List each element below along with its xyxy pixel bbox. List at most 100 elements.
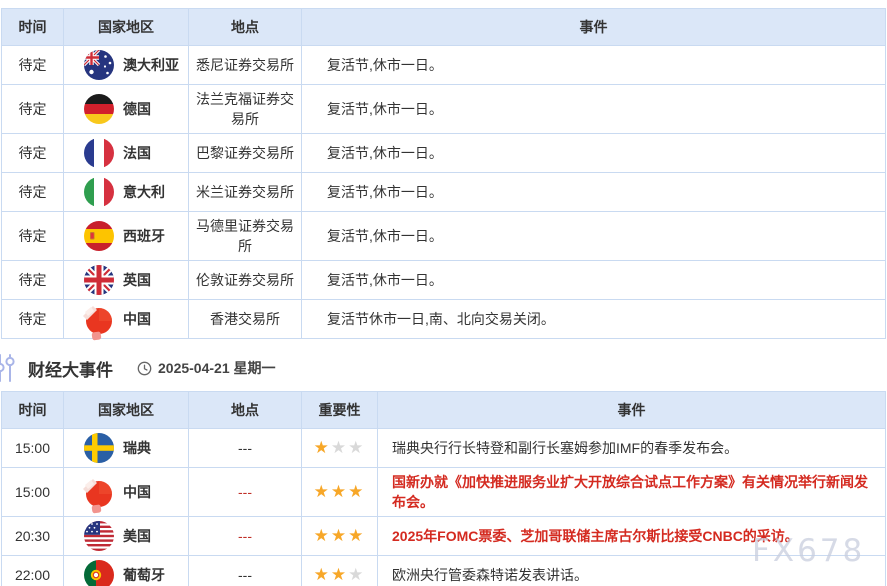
location-cell: 法兰克福证券交易所 xyxy=(189,85,302,134)
time-cell: 15:00 xyxy=(2,468,64,517)
location-cell: --- xyxy=(189,429,302,468)
section-title: 财经大事件 xyxy=(28,356,113,381)
event-link[interactable]: 国新办就《加快推进服务业扩大开放综合试点工作方案》有关情况举行新闻发布会。 xyxy=(392,474,868,510)
col-header-importance: 重要性 xyxy=(302,392,378,429)
col-header-country: 国家地区 xyxy=(64,9,189,46)
holiday-row-6: 待定 中国 xyxy=(2,300,886,339)
importance-stars: ★★★ xyxy=(314,482,366,502)
section-date-text: 2025-04-21 星期一 xyxy=(158,358,276,378)
star-filled-icon: ★ xyxy=(331,565,348,584)
location-cell: 巴黎证券交易所 xyxy=(189,134,302,173)
sweden-flag-icon xyxy=(84,433,114,463)
france-flag-icon xyxy=(84,138,114,168)
importance-cell: ★★★ xyxy=(302,517,378,556)
country-name: 葡萄牙 xyxy=(123,565,165,585)
country-name: 德国 xyxy=(123,99,151,119)
location-cell: 马德里证券交易所 xyxy=(189,212,302,261)
time-cell: 待定 xyxy=(2,261,64,300)
col-header-location: 地点 xyxy=(189,9,302,46)
event-text: 复活节,休市一日。 xyxy=(327,228,443,244)
star-filled-icon: ★ xyxy=(314,565,331,584)
event-cell: 复活节休市一日,南、北向交易关闭。 xyxy=(302,300,886,339)
event-cell: 复活节,休市一日。 xyxy=(302,212,886,261)
country-cell: 葡萄牙 xyxy=(64,556,189,586)
time-cell: 待定 xyxy=(2,173,64,212)
importance-stars: ★★★ xyxy=(314,565,366,585)
location-cell: 悉尼证券交易所 xyxy=(189,46,302,85)
time-cell: 20:30 xyxy=(2,517,64,556)
location-cell: --- xyxy=(189,468,302,517)
event-text: 瑞典央行行长特登和副行长塞姆参加IMF的春季发布会。 xyxy=(392,440,738,456)
country-name: 美国 xyxy=(123,526,151,546)
star-filled-icon: ★ xyxy=(314,438,331,457)
star-empty-icon: ★ xyxy=(348,565,365,584)
holiday-row-5: 待定 xyxy=(2,261,886,300)
event-cell: 复活节,休市一日。 xyxy=(302,261,886,300)
spain-flag-icon xyxy=(84,221,114,251)
usa-flag-icon xyxy=(84,521,114,551)
country-cell: 中国 xyxy=(64,300,189,339)
holiday-row-1: 待定 德 xyxy=(2,85,886,134)
col-header-country: 国家地区 xyxy=(64,392,189,429)
section-date: 2025-04-21 星期一 xyxy=(137,358,276,378)
country-cell: 法国 xyxy=(64,134,189,173)
event-text: 复活节,休市一日。 xyxy=(327,184,443,200)
location-cell: --- xyxy=(189,517,302,556)
country-name: 中国 xyxy=(123,309,151,329)
event-text: 复活节休市一日,南、北向交易关闭。 xyxy=(327,311,555,327)
germany-flag-icon xyxy=(84,94,114,124)
holiday-row-0: 待定 xyxy=(2,46,886,85)
australia-flag-icon xyxy=(84,50,114,80)
section-header: 财经大事件 2025-04-21 星期一 xyxy=(0,350,887,386)
event-cell: 复活节,休市一日。 xyxy=(302,85,886,134)
events-table-header-row: 时间 国家地区 地点 重要性 事件 xyxy=(2,392,886,429)
network-branch-icon xyxy=(0,353,21,383)
star-filled-icon: ★ xyxy=(314,482,331,501)
time-cell: 22:00 xyxy=(2,556,64,586)
events-row-0: 15:00 xyxy=(2,429,886,468)
holiday-row-4: 待定 xyxy=(2,212,886,261)
country-name: 意大利 xyxy=(123,182,165,202)
clock-icon xyxy=(137,361,152,376)
country-cell: 英国 xyxy=(64,261,189,300)
event-text: 复活节,休市一日。 xyxy=(327,57,443,73)
event-text: 复活节,休市一日。 xyxy=(327,145,443,161)
holiday-row-3: 待定 意 xyxy=(2,173,886,212)
time-cell: 待定 xyxy=(2,300,64,339)
economic-calendar-page: 时间 国家地区 地点 事件 待定 xyxy=(0,0,887,586)
country-name: 法国 xyxy=(123,143,151,163)
event-link[interactable]: 2025年FOMC票委、芝加哥联储主席古尔斯比接受CNBC的采访。 xyxy=(392,528,799,544)
event-text: 欧洲央行管委森特诺发表讲话。 xyxy=(392,567,588,583)
country-name: 瑞典 xyxy=(123,438,151,458)
star-filled-icon: ★ xyxy=(331,526,348,545)
importance-cell: ★★★ xyxy=(302,556,378,586)
country-cell: 西班牙 xyxy=(64,212,189,261)
importance-cell: ★★★ xyxy=(302,429,378,468)
holiday-table: 时间 国家地区 地点 事件 待定 xyxy=(1,8,886,339)
event-cell: 国新办就《加快推进服务业扩大开放综合试点工作方案》有关情况举行新闻发布会。 xyxy=(378,468,886,517)
col-header-event: 事件 xyxy=(302,9,886,46)
star-empty-icon: ★ xyxy=(331,438,348,457)
time-cell: 待定 xyxy=(2,85,64,134)
country-name: 澳大利亚 xyxy=(123,55,179,75)
country-cell: 中国 xyxy=(64,468,189,517)
star-filled-icon: ★ xyxy=(314,526,331,545)
col-header-event: 事件 xyxy=(378,392,886,429)
country-cell: 澳大利亚 xyxy=(64,46,189,85)
china-flag-icon xyxy=(84,477,114,507)
importance-cell: ★★★ xyxy=(302,468,378,517)
country-cell: 瑞典 xyxy=(64,429,189,468)
location-cell: --- xyxy=(189,556,302,586)
country-name: 英国 xyxy=(123,270,151,290)
importance-stars: ★★★ xyxy=(314,438,366,458)
holiday-row-2: 待定 xyxy=(2,134,886,173)
location-cell: 伦敦证券交易所 xyxy=(189,261,302,300)
china-flag-icon xyxy=(84,304,114,334)
country-name: 中国 xyxy=(123,482,151,502)
portugal-flag-icon xyxy=(84,560,114,586)
italy-flag-icon xyxy=(84,177,114,207)
event-cell: 复活节,休市一日。 xyxy=(302,134,886,173)
importance-stars: ★★★ xyxy=(314,526,366,546)
time-cell: 待定 xyxy=(2,212,64,261)
events-row-1: 15:00 中国 xyxy=(2,468,886,517)
